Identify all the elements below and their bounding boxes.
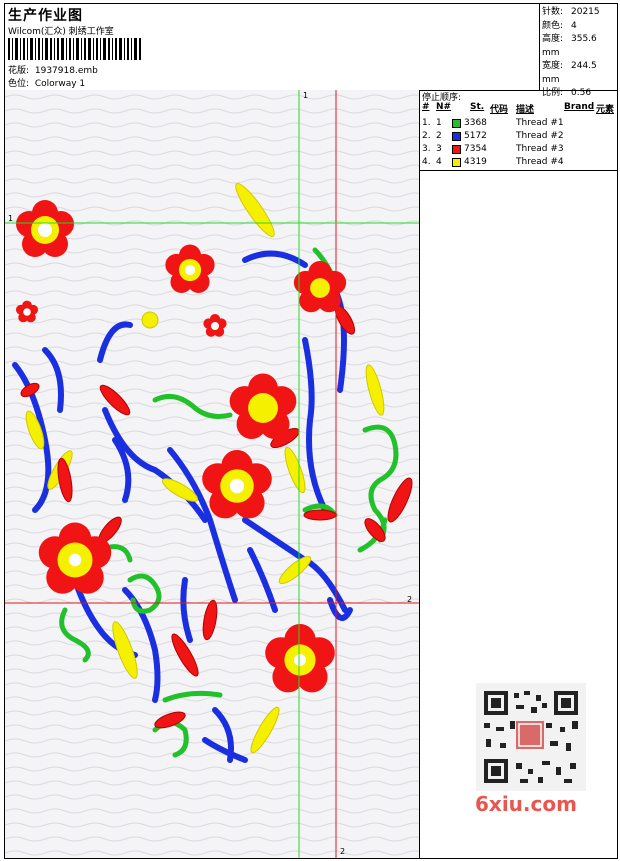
spec-colors: 颜色: 4 — [542, 20, 617, 34]
spec-width: 宽度: 244.5 mm — [542, 60, 617, 87]
colorway-label: 色位: — [8, 79, 30, 89]
pattern-value: 1937918.emb — [34, 66, 98, 76]
axis-label-bottom: 2 — [340, 847, 346, 856]
header: 生产作业图 Wilcom(汇众) 刺绣工作室 花版: 1937918.emb 色… — [5, 4, 617, 98]
design-canvas[interactable]: 1 2 2 1 — [5, 90, 420, 858]
spec-value: 20215 — [571, 7, 600, 17]
spec-label: 针数: — [542, 7, 564, 17]
thread-row[interactable]: 1. 1 3368 Thread #1 — [422, 118, 617, 130]
specs-panel: 针数: 20215 颜色: 4 高度: 355.6 mm 宽度: 244.5 mm 比例… — [542, 6, 617, 101]
page-title: 生产作业图 — [8, 8, 83, 24]
production-sheet: 生产作业图 Wilcom(汇众) 刺绣工作室 花版: 1937918.emb 色… — [4, 3, 618, 859]
col-num: # — [422, 102, 430, 112]
thread-color-swatch — [452, 119, 461, 128]
spec-height: 高度: 355.6 mm — [542, 33, 617, 60]
col-n: N# — [436, 102, 452, 112]
row-desc: Thread #4 — [516, 157, 564, 167]
row-num: 2. — [422, 131, 431, 141]
row-num: 4. — [422, 157, 431, 167]
thread-color-swatch — [452, 145, 461, 154]
axis-label-right: 2 — [407, 595, 413, 604]
thread-color-swatch — [452, 132, 461, 141]
header-info: 生产作业图 Wilcom(汇众) 刺绣工作室 花版: 1937918.emb 色… — [5, 4, 540, 90]
row-num: 1. — [422, 118, 431, 128]
thread-panel: 停止顺序: # N# St. 代码 描述 Brand 元素 1. 1 3368 … — [420, 90, 617, 858]
spec-stitches: 针数: 20215 — [542, 6, 617, 20]
barcode — [8, 38, 141, 60]
colorway-value: Colorway 1 — [34, 79, 86, 89]
row-desc: Thread #3 — [516, 144, 564, 154]
colorway-line: 色位: Colorway 1 — [8, 76, 85, 89]
watermark: 6xiu.com — [475, 792, 577, 816]
col-st: St. — [470, 102, 485, 112]
thread-row[interactable]: 2. 2 5172 Thread #2 — [422, 131, 617, 143]
thread-color-swatch — [452, 158, 461, 167]
thread-table-header: # N# St. 代码 描述 Brand 元素 — [422, 102, 617, 115]
row-n: 1 — [436, 118, 442, 128]
col-code: 代码 — [490, 105, 509, 115]
col-element: 元素 — [596, 105, 615, 115]
row-n: 3 — [436, 144, 442, 154]
axis-label-left: 1 — [8, 214, 14, 223]
spec-label: 高度: — [542, 34, 564, 44]
thread-row[interactable]: 3. 3 7354 Thread #3 — [422, 144, 617, 156]
row-code: 7354 — [464, 144, 487, 154]
divider — [420, 170, 617, 171]
row-code: 3368 — [464, 118, 487, 128]
row-n: 4 — [436, 157, 442, 167]
pattern-label: 花版: — [8, 66, 30, 76]
software-name: Wilcom(汇众) 刺绣工作室 — [8, 27, 114, 37]
row-code: 5172 — [464, 131, 487, 141]
row-desc: Thread #2 — [516, 131, 564, 141]
row-num: 3. — [422, 144, 431, 154]
row-n: 2 — [436, 131, 442, 141]
spec-label: 宽度: — [542, 61, 564, 71]
col-desc: 描述 — [516, 105, 535, 115]
pattern-line: 花版: 1937918.emb — [8, 63, 98, 76]
axis-label-top: 1 — [303, 91, 309, 100]
qr-code — [476, 683, 586, 791]
col-brand: Brand — [564, 102, 595, 112]
thread-row[interactable]: 4. 4 4319 Thread #4 — [422, 157, 617, 169]
spec-label: 颜色: — [542, 20, 564, 31]
spec-value: 4 — [571, 20, 577, 31]
row-desc: Thread #1 — [516, 118, 564, 128]
embroidery-design — [5, 90, 419, 858]
row-code: 4319 — [464, 157, 487, 167]
